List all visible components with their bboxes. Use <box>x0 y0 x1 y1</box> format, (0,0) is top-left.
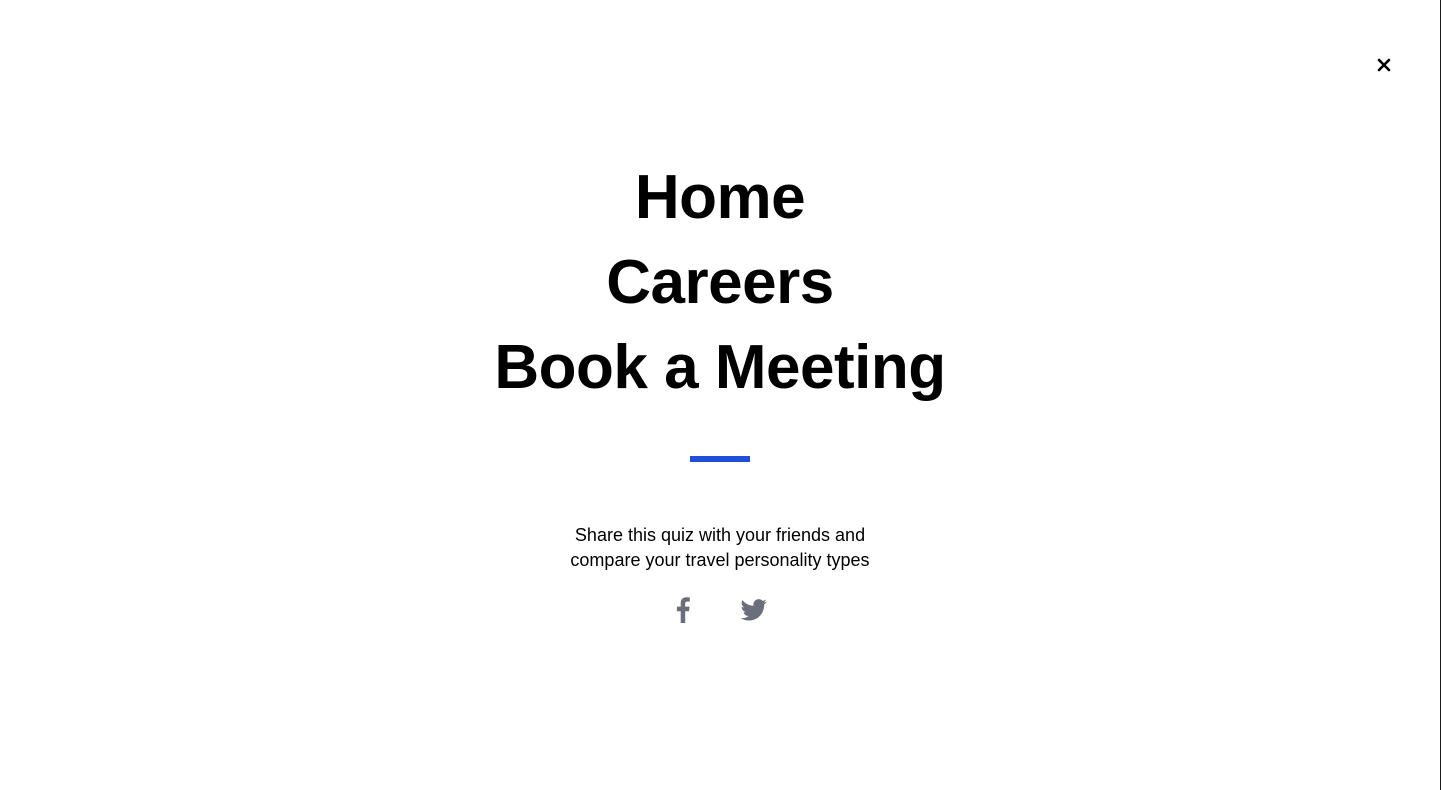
twitter-share-button[interactable] <box>737 595 769 625</box>
twitter-icon <box>740 599 767 621</box>
share-message-line-2: compare your travel personality types <box>570 550 870 570</box>
close-button[interactable] <box>1372 53 1396 77</box>
menu-link-careers[interactable]: Careers <box>606 240 834 325</box>
share-message: Share this quiz with your friends and co… <box>0 523 1440 573</box>
main-menu: Home Careers Book a Meeting <box>0 155 1440 410</box>
share-message-line-1: Share this quiz with your friends and <box>574 525 866 545</box>
menu-link-book-a-meeting[interactable]: Book a Meeting <box>494 325 946 410</box>
facebook-share-button[interactable] <box>668 595 698 625</box>
accent-divider <box>690 456 750 462</box>
facebook-icon <box>676 597 690 623</box>
menu-link-home[interactable]: Home <box>635 155 806 240</box>
close-icon <box>1377 58 1391 72</box>
